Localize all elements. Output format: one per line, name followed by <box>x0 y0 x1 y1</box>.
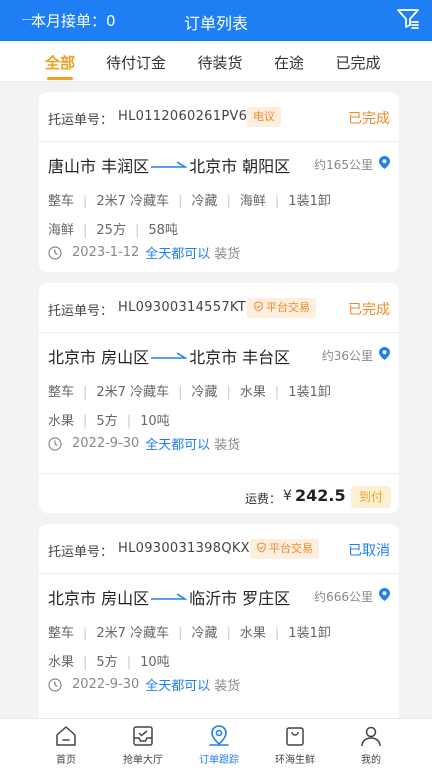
order-card[interactable]: 托运单号： HL0112060261PV6 电议 已完成 唐山市 丰润区 北京市… <box>39 92 399 272</box>
order-status: 已完成 <box>348 111 390 127</box>
distance: 约36公里 <box>321 349 373 363</box>
loading-date: 2023-1-12 <box>72 245 140 260</box>
freight-fee-value: 242.5 <box>295 486 346 505</box>
nav-fresh-market-label: 环海生鲜 <box>275 755 315 766</box>
location-pin-icon <box>379 588 390 601</box>
user-icon <box>361 726 381 747</box>
clock-icon <box>48 245 62 260</box>
clock-icon <box>48 677 62 692</box>
clock-icon <box>48 436 62 451</box>
order-status: 已完成 <box>348 302 390 318</box>
order-list[interactable]: 托运单号： HL0112060261PV6 电议 已完成 唐山市 丰润区 北京市… <box>0 82 432 718</box>
route: 北京市 房山区 临沂市 罗庄区 <box>48 585 290 609</box>
bag-icon <box>286 727 304 746</box>
order-status-tabs: 全部 待付订金 待装货 在途 已完成 <box>0 41 432 82</box>
active-tab-indicator <box>47 77 73 80</box>
tab-pending-deposit[interactable]: 待付订金 <box>106 52 166 73</box>
bottom-navigation: 首页 抢单大厅 订单跟踪 环海生鲜 我的 <box>0 718 432 768</box>
home-icon <box>56 726 76 746</box>
route: 北京市 房山区 北京市 丰台区 <box>48 344 290 368</box>
shield-check-icon <box>254 301 263 312</box>
destination-city: 临沂市 罗庄区 <box>189 589 291 608</box>
route-arrow-icon <box>151 352 188 359</box>
order-card[interactable]: 托运单号： HL0930031398QKX 平台交易 已取消 北京市 房山区 临… <box>39 524 399 718</box>
filter-list-icon[interactable] <box>396 7 420 31</box>
distance: 约666公里 <box>314 590 373 604</box>
tab-completed[interactable]: 已完成 <box>335 52 380 73</box>
location-pin-icon <box>379 347 390 360</box>
route-arrow-icon <box>151 161 188 168</box>
vehicle-specs: 整车 | 2米7 冷藏车 | 冷藏 | 水果 | 1装1卸 <box>48 626 331 641</box>
freight-fee-row: 运费： ¥ 242.5 到付 <box>39 473 399 519</box>
loading-date: 2022-9-30 <box>72 436 140 451</box>
app-header: 本月接单：0 订单列表 <box>0 0 432 41</box>
loading-label: 装货 <box>214 438 241 453</box>
ship-no: HL09300314557KT <box>118 300 246 315</box>
nav-home[interactable]: 首页 <box>23 719 109 768</box>
location-pin-icon <box>379 156 390 169</box>
nav-order-tracking[interactable]: 订单跟踪 <box>176 719 262 768</box>
destination-city: 北京市 丰台区 <box>189 348 291 367</box>
route-arrow-icon <box>151 593 188 600</box>
ship-no-label: 托运单号： <box>48 545 114 560</box>
nav-home-label: 首页 <box>56 755 76 766</box>
ship-no-label: 托运单号： <box>48 113 114 128</box>
tab-all[interactable]: 全部 <box>45 52 75 73</box>
order-card-header: 托运单号： HL0112060261PV6 电议 已完成 <box>39 92 399 142</box>
loading-label: 装货 <box>214 679 241 694</box>
loading-time-note: 全天都可以 <box>145 438 211 453</box>
origin-city: 唐山市 丰润区 <box>48 157 150 176</box>
nav-order-tracking-label: 订单跟踪 <box>199 755 239 766</box>
vehicle-specs: 整车 | 2米7 冷藏车 | 冷藏 | 水果 | 1装1卸 <box>48 385 331 400</box>
cargo-specs: 水果 | 5方 | 10吨 <box>48 655 170 670</box>
order-card-header: 托运单号： HL0930031398QKX 平台交易 已取消 <box>39 524 399 574</box>
cargo-specs: 水果 | 5方 | 10吨 <box>48 414 170 429</box>
origin-city: 北京市 房山区 <box>48 589 150 608</box>
vehicle-specs: 整车 | 2米7 冷藏车 | 冷藏 | 海鲜 | 1装1卸 <box>48 194 331 209</box>
page-title: 订单列表 <box>183 14 248 33</box>
loading-time: 2022-9-30 全天都可以 装货 <box>48 675 240 694</box>
currency-symbol: ¥ <box>283 488 292 504</box>
route: 唐山市 丰润区 北京市 朝阳区 <box>48 153 290 177</box>
order-card[interactable]: 托运单号： HL09300314557KT 平台交易 已完成 北京市 房山区 北… <box>39 283 399 513</box>
ship-no: HL0930031398QKX <box>118 541 250 556</box>
loading-time: 2023-1-12 全天都可以 装货 <box>48 243 240 262</box>
shield-check-icon <box>257 542 266 553</box>
freight-fee-label: 运费： <box>245 492 282 506</box>
order-card-header: 托运单号： HL09300314557KT 平台交易 已完成 <box>39 283 399 333</box>
destination-city: 北京市 朝阳区 <box>189 157 291 176</box>
distance: 约165公里 <box>314 158 373 172</box>
loading-time: 2022-9-30 全天都可以 装货 <box>48 434 240 453</box>
nav-fresh-market[interactable]: 环海生鲜 <box>252 719 338 768</box>
order-status: 已取消 <box>348 543 390 559</box>
map-pin-icon <box>209 725 229 746</box>
price-type-badge: 电议 <box>247 107 281 127</box>
loading-date: 2022-9-30 <box>72 677 140 692</box>
nav-profile[interactable]: 我的 <box>328 719 414 768</box>
price-type-badge: 平台交易 <box>250 539 319 559</box>
tab-in-transit[interactable]: 在途 <box>274 52 304 73</box>
nav-order-hall[interactable]: 抢单大厅 <box>100 719 186 768</box>
inbox-icon <box>133 726 153 746</box>
cargo-specs: 海鲜 | 25方 | 58吨 <box>48 223 178 238</box>
nav-order-hall-label: 抢单大厅 <box>123 755 163 766</box>
loading-time-note: 全天都可以 <box>145 247 211 262</box>
nav-profile-label: 我的 <box>361 755 381 766</box>
ship-no-label: 托运单号： <box>48 304 114 319</box>
payment-method-badge: 到付 <box>351 486 391 508</box>
tab-pending-loading[interactable]: 待装货 <box>197 52 242 73</box>
loading-time-note: 全天都可以 <box>145 679 211 694</box>
price-type-badge: 平台交易 <box>247 298 316 318</box>
origin-city: 北京市 房山区 <box>48 348 150 367</box>
ship-no: HL0112060261PV6 <box>118 109 248 124</box>
loading-label: 装货 <box>214 247 241 262</box>
